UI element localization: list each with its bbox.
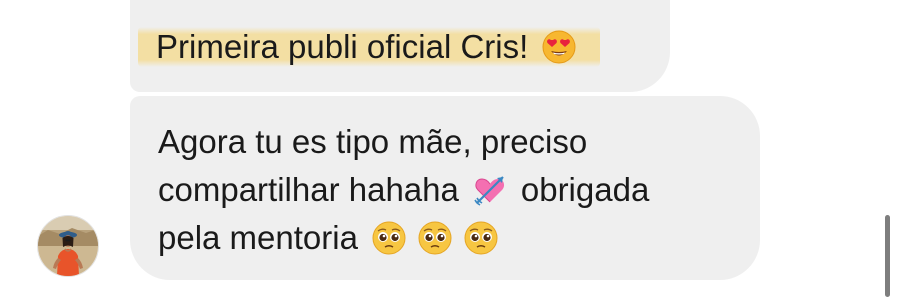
sender-avatar[interactable] bbox=[37, 215, 99, 277]
pleading-face-icon bbox=[418, 221, 452, 255]
message-line: compartilhar hahaha obrigada bbox=[158, 170, 649, 210]
message-text: obrigada bbox=[520, 171, 650, 208]
message-line: pela mentoria bbox=[158, 218, 504, 258]
message-text: pela mentoria bbox=[158, 219, 358, 256]
heart-with-arrow-icon bbox=[473, 173, 507, 207]
chat-canvas: Primeira publi oficial Cris! Agora tu es… bbox=[0, 0, 900, 308]
message-bubble[interactable]: Agora tu es tipo mãe, preciso compartilh… bbox=[130, 96, 760, 280]
pleading-face-icon bbox=[372, 221, 406, 255]
message-text: compartilhar hahaha bbox=[158, 171, 459, 208]
scrollbar-thumb[interactable] bbox=[885, 215, 890, 297]
message-text: Agora tu es tipo mãe, preciso bbox=[158, 123, 588, 160]
highlighted-message-line: Primeira publi oficial Cris! bbox=[138, 27, 601, 67]
heart-eyes-emoji-icon bbox=[542, 30, 576, 64]
pleading-face-icon bbox=[464, 221, 498, 255]
message-line: Agora tu es tipo mãe, preciso bbox=[158, 122, 587, 162]
message-bubble[interactable]: Primeira publi oficial Cris! bbox=[130, 0, 670, 92]
message-text: Primeira publi oficial Cris! bbox=[156, 28, 529, 65]
